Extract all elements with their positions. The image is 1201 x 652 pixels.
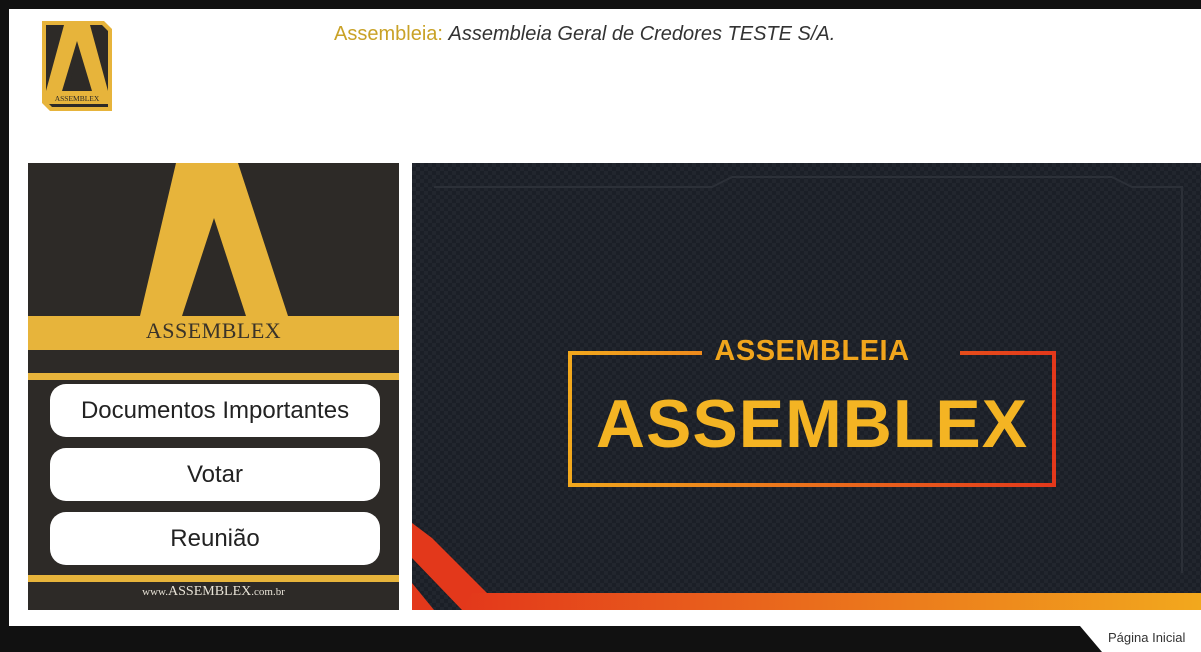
assembly-name: Assembleia Geral de Credores TESTE S/A. <box>448 23 836 45</box>
url-prefix: www. <box>142 586 169 598</box>
assembly-label: Assembleia: <box>334 23 443 45</box>
url-suffix: .com.br <box>251 586 285 598</box>
assemblex-logo[interactable]: ASSEMBLEX <box>42 21 112 111</box>
meeting-button[interactable]: Reunião <box>50 512 380 565</box>
website-url: www.ASSEMBLEX.com.br <box>28 584 399 600</box>
page: ASSEMBLEX Assembleia: Assembleia Geral d… <box>0 0 1201 652</box>
assembly-header: Assembleia: Assembleia Geral de Credores… <box>334 23 835 46</box>
banner-subtitle: ASSEMBLEIA <box>714 335 910 367</box>
sidebar-divider-bottom <box>28 575 399 582</box>
sidebar-brand: ASSEMBLEX <box>145 318 282 343</box>
sidebar-divider-top <box>28 373 399 380</box>
home-link[interactable]: Página Inicial <box>1108 630 1185 645</box>
vote-button[interactable]: Votar <box>50 448 380 501</box>
assembly-banner: ASSEMBLEIA ASSEMBLEX <box>412 163 1201 610</box>
logo-text: ASSEMBLEX <box>55 94 100 103</box>
banner-title: ASSEMBLEX <box>595 386 1029 462</box>
content-area: ASSEMBLEX Assembleia: Assembleia Geral d… <box>9 9 1201 626</box>
sidebar-menu: ASSEMBLEX Documentos Importantes Votar R… <box>28 163 399 610</box>
documents-button[interactable]: Documentos Importantes <box>50 384 380 437</box>
url-brand: ASSEMBLEX <box>168 584 252 599</box>
